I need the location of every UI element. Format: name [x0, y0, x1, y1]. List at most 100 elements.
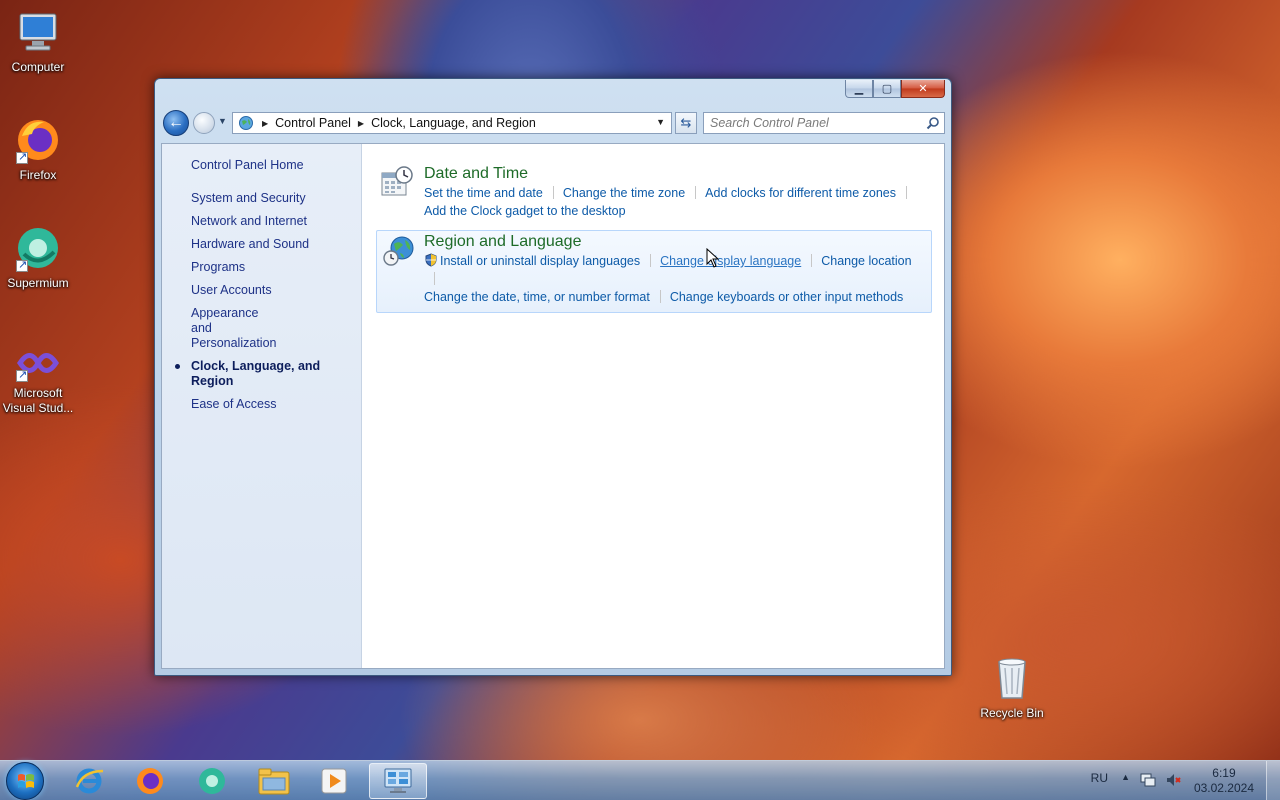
link-add-clocks[interactable]: Add clocks for different time zones [705, 186, 896, 200]
control-panel-globe-icon [237, 115, 255, 131]
clock[interactable]: 6:19 03.02.2024 [1194, 766, 1254, 796]
region-language-title[interactable]: Region and Language [424, 232, 581, 252]
date-time-title[interactable]: Date and Time [424, 164, 528, 184]
window-controls: ▁ ▢ ✕ [845, 80, 945, 98]
close-icon: ✕ [918, 83, 928, 95]
desktop-icon-label: Computer [11, 60, 65, 74]
back-arrow-icon: ← [168, 114, 184, 131]
volume-muted-icon[interactable] [1166, 772, 1182, 788]
breadcrumb-separator-icon[interactable]: ▶ [262, 119, 268, 128]
breadcrumb-clock-language-region[interactable]: Clock, Language, and Region [371, 116, 536, 130]
address-bar[interactable]: ▶ Control Panel ▶ Clock, Language, and R… [232, 112, 672, 134]
desktop-icon-recycle-bin[interactable]: Recycle Bin [974, 654, 1050, 721]
desktop-icon-firefox[interactable]: Firefox [0, 116, 76, 183]
taskbar-explorer[interactable] [245, 763, 303, 799]
uac-shield-icon [424, 253, 438, 267]
firefox-icon [14, 116, 62, 165]
minimize-button[interactable]: ▁ [845, 80, 873, 98]
sidebar-item-programs[interactable]: Programs [162, 260, 361, 275]
content-area: Control Panel Home System and Security N… [161, 143, 945, 669]
link-change-location[interactable]: Change location [821, 254, 911, 268]
address-history-dropdown-icon[interactable]: ▼ [656, 117, 665, 127]
control-panel-window: ▁ ▢ ✕ ← ▼ ▶ Control Panel ▶ Clock, Langu… [154, 78, 952, 676]
internet-explorer-icon [75, 768, 104, 794]
navigation-bar: ← ▼ ▶ Control Panel ▶ Clock, Language, a… [161, 109, 945, 137]
mouse-cursor-icon [706, 247, 720, 268]
show-hidden-icons-icon[interactable]: ▲ [1121, 772, 1130, 782]
category-region-language: Region and Language Install or uninstall… [376, 230, 932, 313]
sidebar-item-clock-language-region[interactable]: Clock, Language, and Region [162, 359, 361, 389]
desktop-icon-label: Recycle Bin [980, 706, 1044, 720]
sidebar-item-system-security[interactable]: System and Security [162, 191, 361, 206]
maximize-button[interactable]: ▢ [873, 80, 901, 98]
category-date-time: Date and Time Set the time and date Chang… [376, 162, 932, 226]
network-icon[interactable] [1140, 772, 1156, 788]
taskbar-media-player[interactable] [305, 763, 363, 799]
sidebar-item-ease-of-access[interactable]: Ease of Access [162, 397, 361, 412]
link-divider [695, 186, 697, 199]
link-change-display-language[interactable]: Change display language [660, 254, 801, 268]
link-change-date-time-number-format[interactable]: Change the date, time, or number format [424, 290, 650, 304]
breadcrumb-control-panel[interactable]: Control Panel [275, 116, 351, 130]
firefox-icon [137, 768, 163, 794]
control-panel-icon [384, 768, 412, 793]
clock-date: 03.02.2024 [1193, 781, 1254, 795]
link-add-clock-gadget[interactable]: Add the Clock gadget to the desktop [424, 204, 626, 218]
search-icon[interactable] [922, 116, 944, 130]
show-desktop-button[interactable] [1266, 761, 1280, 800]
sidebar-item-network-internet[interactable]: Network and Internet [162, 214, 361, 229]
link-divider [552, 186, 554, 199]
forward-button[interactable] [193, 112, 215, 134]
search-box[interactable] [703, 112, 945, 134]
sidebar: Control Panel Home System and Security N… [162, 144, 362, 668]
media-player-icon [321, 768, 347, 794]
link-divider [434, 272, 435, 285]
windows-logo-icon [18, 774, 34, 788]
refresh-icon: ⇆ [680, 115, 692, 130]
back-button[interactable]: ← [163, 110, 189, 136]
sidebar-control-panel-home[interactable]: Control Panel Home [162, 158, 361, 173]
link-divider [811, 254, 813, 267]
start-button[interactable] [6, 762, 44, 800]
link-install-display-languages[interactable]: Install or uninstall display languages [440, 254, 640, 268]
sidebar-item-hardware-sound[interactable]: Hardware and Sound [162, 237, 361, 252]
search-input[interactable] [704, 114, 922, 132]
sidebar-item-appearance-personalization[interactable]: Appearance and Personalization [162, 306, 282, 351]
close-button[interactable]: ✕ [901, 80, 945, 98]
recycle-bin-icon [988, 654, 1036, 702]
clock-time: 6:19 [1212, 766, 1236, 780]
taskbar-firefox[interactable] [121, 763, 179, 799]
desktop-icon-computer[interactable]: Computer [0, 8, 76, 75]
minimize-icon: ▁ [854, 83, 864, 95]
desktop-icon-visual-studio[interactable]: Microsoft Visual Stud... [0, 344, 76, 416]
supermium-icon [199, 768, 225, 794]
link-change-time-zone[interactable]: Change the time zone [563, 186, 685, 200]
globe-icon[interactable] [382, 234, 416, 268]
recent-pages-dropdown[interactable]: ▼ [218, 116, 227, 126]
link-set-time-date[interactable]: Set the time and date [424, 186, 543, 200]
main-panel: Date and Time Set the time and date Chang… [362, 144, 944, 668]
computer-icon [14, 8, 62, 56]
taskbar-supermium[interactable] [183, 763, 241, 799]
desktop-icon-label: Firefox [19, 168, 57, 182]
link-divider [906, 186, 907, 199]
desktop-icon-label: Supermium [7, 276, 69, 290]
date-time-icon[interactable] [380, 165, 414, 199]
maximize-icon: ▢ [881, 83, 893, 95]
breadcrumb-separator-icon[interactable]: ▶ [358, 119, 364, 128]
taskbar-internet-explorer[interactable] [60, 763, 118, 799]
language-indicator[interactable]: RU [1091, 771, 1108, 785]
link-divider [650, 254, 652, 267]
visual-studio-icon [14, 344, 62, 383]
explorer-icon [258, 768, 290, 795]
taskbar-control-panel[interactable] [369, 763, 427, 799]
desktop-icon-label: Microsoft Visual Stud... [2, 386, 74, 415]
supermium-icon [14, 224, 62, 273]
refresh-button[interactable]: ⇆ [675, 112, 697, 134]
desktop-icon-supermium[interactable]: Supermium [0, 224, 76, 291]
system-tray: RU ▲ 6:19 03.02.2024 [1070, 761, 1280, 800]
taskbar: RU ▲ 6:19 03.02.2024 [0, 760, 1280, 800]
region-language-links: Install or uninstall display languages Ch… [424, 252, 925, 306]
link-change-keyboards[interactable]: Change keyboards or other input methods [670, 290, 903, 304]
sidebar-item-user-accounts[interactable]: User Accounts [162, 283, 361, 298]
